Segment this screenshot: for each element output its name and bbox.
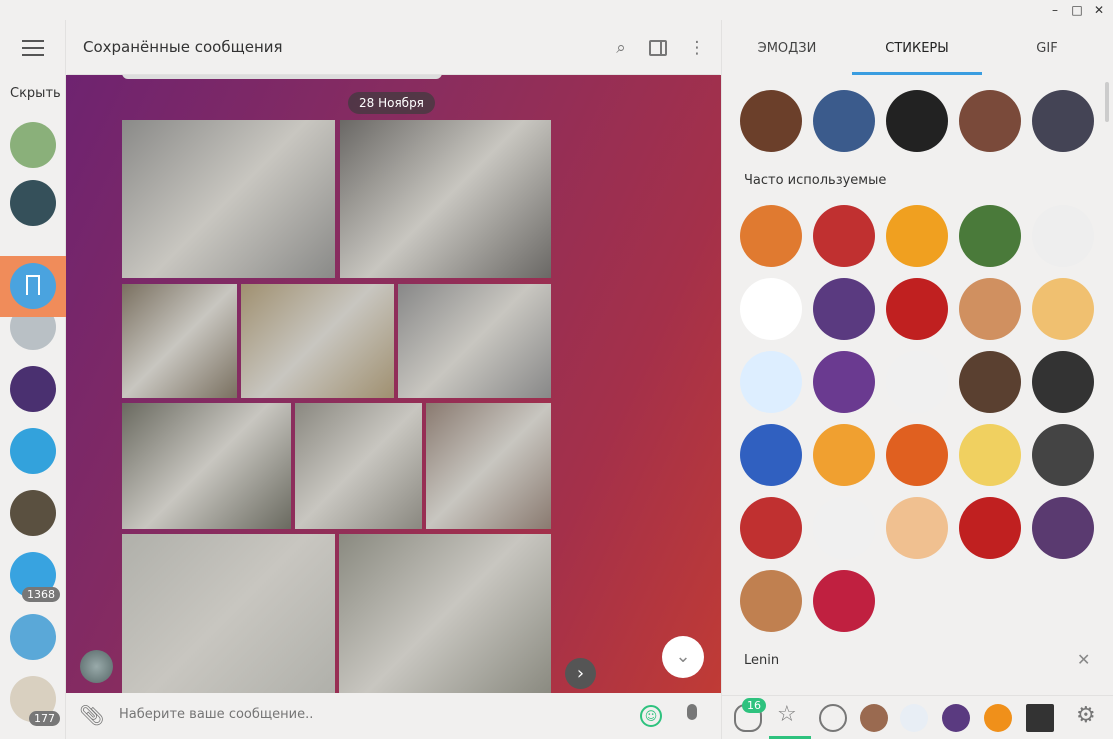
sticker[interactable] — [740, 90, 802, 152]
frequent-label: Часто используемые — [744, 173, 887, 188]
album-photo[interactable] — [340, 120, 551, 278]
chat-avatar[interactable] — [10, 490, 56, 536]
album-photo[interactable] — [122, 403, 291, 529]
sticker[interactable] — [813, 497, 875, 559]
hide-label[interactable]: Скрыть — [10, 86, 66, 101]
more-options-icon[interactable]: ⋮ — [687, 38, 707, 58]
close-set-icon[interactable]: ✕ — [1077, 650, 1090, 669]
search-icon[interactable]: ⌕ — [611, 38, 631, 58]
sticker[interactable] — [886, 205, 948, 267]
sticker[interactable] — [740, 497, 802, 559]
sticker[interactable] — [813, 351, 875, 413]
sticker[interactable] — [886, 278, 948, 340]
unread-badge: 1368 — [22, 587, 60, 602]
album-photo[interactable] — [241, 284, 394, 398]
minimize-button[interactable]: – — [1048, 3, 1062, 17]
forward-button[interactable]: › — [565, 658, 596, 689]
sticker[interactable] — [740, 570, 802, 632]
microphone-icon[interactable] — [687, 704, 697, 720]
maximize-button[interactable]: □ — [1070, 3, 1084, 17]
tab-stickers[interactable]: СТИКЕРЫ — [852, 20, 982, 75]
sticker-set-reaper[interactable] — [942, 704, 970, 732]
tab-emoji[interactable]: ЭМОДЗИ — [722, 20, 852, 75]
chat-header: Сохранённые сообщения ⌕ ⋮ — [67, 20, 720, 75]
sticker[interactable] — [740, 278, 802, 340]
sticker[interactable] — [1032, 205, 1094, 267]
album-photo[interactable] — [122, 534, 335, 693]
hamburger-menu-icon[interactable] — [22, 40, 44, 56]
sticker[interactable] — [886, 351, 948, 413]
settings-gear-icon[interactable]: ⚙ — [1076, 703, 1096, 728]
attach-icon[interactable]: 📎︎ — [79, 703, 104, 727]
sticker-set-bar: 16 ☆ ⚙ — [722, 695, 1113, 739]
sticker[interactable] — [886, 90, 948, 152]
sticker-set-google[interactable] — [900, 704, 928, 732]
sidebar-toggle-icon[interactable] — [649, 40, 667, 56]
sticker[interactable] — [740, 205, 802, 267]
emoji-icon[interactable]: ☺ — [640, 705, 662, 727]
sticker[interactable] — [886, 497, 948, 559]
sticker[interactable] — [959, 278, 1021, 340]
chat-avatar[interactable]: 1368 — [10, 552, 60, 602]
sticker[interactable] — [740, 424, 802, 486]
sticker[interactable] — [959, 205, 1021, 267]
chat-list-sidebar: Скрыть 1368 177 — [0, 20, 66, 739]
active-tab-indicator — [852, 72, 982, 75]
message-input[interactable] — [119, 707, 619, 722]
album-photo[interactable] — [295, 403, 422, 529]
sticker[interactable] — [813, 424, 875, 486]
sticker-set-text[interactable] — [1026, 704, 1054, 732]
scroll-down-button[interactable]: ⌄ — [662, 636, 704, 678]
sender-avatar[interactable] — [80, 650, 113, 683]
sticker[interactable] — [1032, 424, 1094, 486]
favorites-star-icon[interactable]: ☆ — [777, 702, 797, 727]
sticker[interactable] — [813, 570, 875, 632]
saved-messages-chat[interactable] — [0, 256, 66, 317]
chat-avatar[interactable] — [10, 428, 56, 474]
sticker[interactable] — [959, 497, 1021, 559]
sticker[interactable] — [813, 90, 875, 152]
recent-clock-icon[interactable] — [819, 704, 847, 732]
sticker[interactable] — [813, 205, 875, 267]
sticker[interactable] — [959, 424, 1021, 486]
sticker[interactable] — [959, 351, 1021, 413]
sticker[interactable] — [1032, 497, 1094, 559]
album-photo[interactable] — [122, 120, 335, 278]
sticker-set-hand[interactable] — [984, 704, 1012, 732]
set-label: Lenin — [744, 653, 780, 668]
previous-message — [122, 75, 442, 79]
scrollbar[interactable] — [1105, 82, 1109, 122]
sticker[interactable] — [740, 351, 802, 413]
chat-avatar[interactable] — [10, 614, 56, 660]
unread-badge: 177 — [29, 711, 60, 726]
tab-gif[interactable]: GIF — [982, 20, 1112, 75]
sticker[interactable] — [959, 90, 1021, 152]
chat-title: Сохранённые сообщения — [83, 38, 283, 56]
chat-avatar[interactable] — [10, 122, 56, 168]
date-badge: 28 Ноября — [348, 92, 435, 114]
emoji-sticker-panel: ЭМОДЗИ СТИКЕРЫ GIF Часто используемые Le… — [721, 20, 1113, 739]
close-window-button[interactable]: ✕ — [1092, 3, 1106, 17]
chat-avatar[interactable] — [10, 180, 56, 226]
sticker[interactable] — [886, 424, 948, 486]
chat-avatar[interactable]: 177 — [10, 676, 60, 726]
album-photo[interactable] — [339, 534, 551, 693]
bookmark-icon — [10, 263, 56, 309]
chat-messages-area: 28 Ноября › ⌄ — [66, 75, 721, 693]
album-photo[interactable] — [122, 284, 237, 398]
sticker[interactable] — [1032, 278, 1094, 340]
sticker-set-lenin[interactable] — [860, 704, 888, 732]
album-photo[interactable] — [398, 284, 551, 398]
title-bar: – □ ✕ — [0, 0, 1113, 20]
sticker[interactable] — [813, 278, 875, 340]
sticker[interactable] — [1032, 90, 1094, 152]
chat-avatar[interactable] — [10, 366, 56, 412]
trending-badge: 16 — [742, 698, 766, 713]
sticker[interactable] — [1032, 351, 1094, 413]
message-input-bar: 📎︎ ☺ — [67, 693, 721, 739]
album-photo[interactable] — [426, 403, 551, 529]
